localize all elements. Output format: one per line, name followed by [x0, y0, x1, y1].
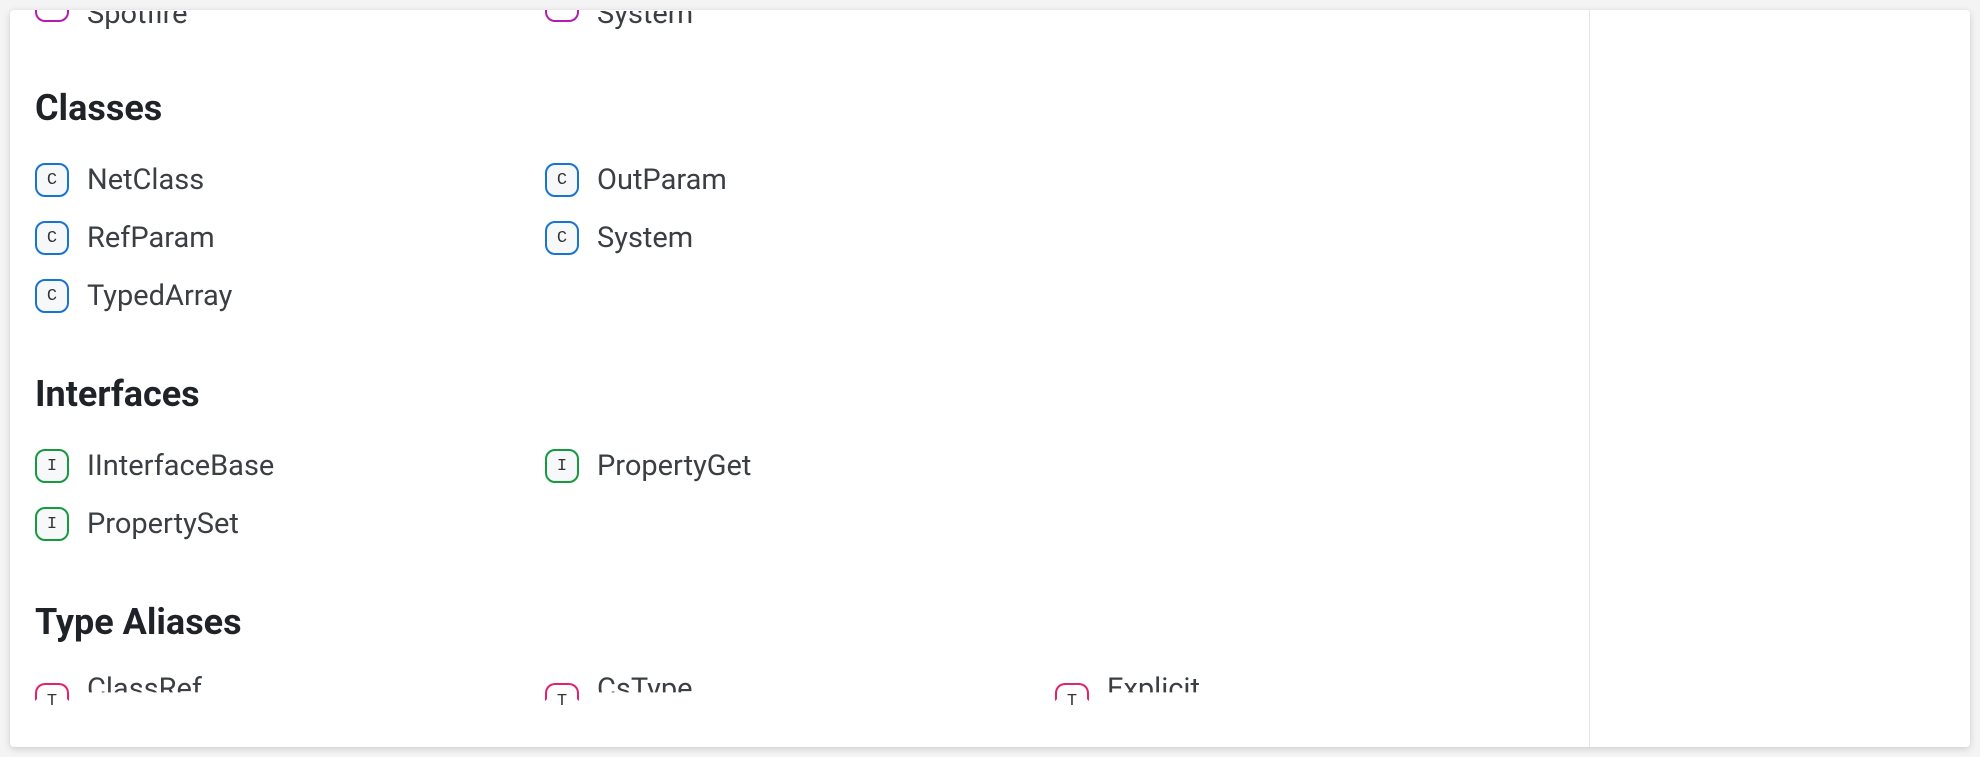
class-label: RefParam [87, 224, 215, 253]
class-label: NetClass [87, 166, 204, 195]
class-link-outparam[interactable]: C OutParam [545, 163, 1055, 197]
typealias-label: Explicit [1107, 675, 1200, 704]
class-link-refparam[interactable]: C RefParam [35, 221, 545, 255]
typealias-label: ClassRef [87, 675, 202, 704]
class-icon: C [545, 163, 579, 197]
class-label: System [597, 224, 693, 253]
typealias-icon: T [35, 683, 69, 701]
class-icon: C [35, 221, 69, 255]
typealias-link-cstype[interactable]: T CsType [545, 677, 1055, 706]
interface-label: PropertyGet [597, 452, 751, 481]
namespace-label: Spotfire [87, 10, 188, 29]
section-heading-classes: Classes [35, 87, 1564, 129]
section-heading-type-aliases: Type Aliases [35, 601, 1564, 643]
interface-icon: I [545, 449, 579, 483]
class-link-netclass[interactable]: C NetClass [35, 163, 545, 197]
class-icon: C [35, 279, 69, 313]
typealias-icon: T [545, 683, 579, 701]
class-label: TypedArray [87, 282, 232, 311]
class-icon: C [545, 221, 579, 255]
namespace-link-system[interactable]: N System [545, 10, 1055, 27]
class-label: OutParam [597, 166, 727, 195]
namespace-label: System [597, 10, 693, 29]
namespace-link-spotfire[interactable]: N Spotfire [35, 10, 545, 27]
typealias-link-explicit[interactable]: T Explicit [1055, 677, 1565, 706]
interface-link-propertyset[interactable]: I PropertySet [35, 507, 545, 541]
class-link-typedarray[interactable]: C TypedArray [35, 279, 545, 313]
interface-link-iinterfacebase[interactable]: I IInterfaceBase [35, 449, 545, 483]
interfaces-grid: I IInterfaceBase I PropertyGet I Propert… [35, 449, 1564, 541]
interface-link-propertyget[interactable]: I PropertyGet [545, 449, 1055, 483]
typealias-label: CsType [597, 675, 693, 704]
section-heading-interfaces: Interfaces [35, 373, 1564, 415]
namespace-icon: N [35, 10, 69, 22]
typealias-link-classref[interactable]: T ClassRef [35, 677, 545, 706]
classes-grid: C NetClass C OutParam C RefParam C Syste… [35, 163, 1564, 313]
namespace-icon: N [545, 10, 579, 22]
interface-icon: I [35, 449, 69, 483]
interface-icon: I [35, 507, 69, 541]
main-content: N Spotfire N System Classes C NetClass C… [10, 10, 1590, 747]
interface-label: PropertySet [87, 510, 239, 539]
right-sidebar [1590, 10, 1970, 747]
documentation-card: N Spotfire N System Classes C NetClass C… [10, 10, 1970, 747]
interface-label: IInterfaceBase [87, 452, 274, 481]
namespace-row-partial: N Spotfire N System [35, 10, 1564, 27]
typealias-icon: T [1055, 683, 1089, 701]
class-link-system[interactable]: C System [545, 221, 1055, 255]
type-aliases-grid: T ClassRef T CsType T Explicit [35, 677, 1564, 706]
class-icon: C [35, 163, 69, 197]
